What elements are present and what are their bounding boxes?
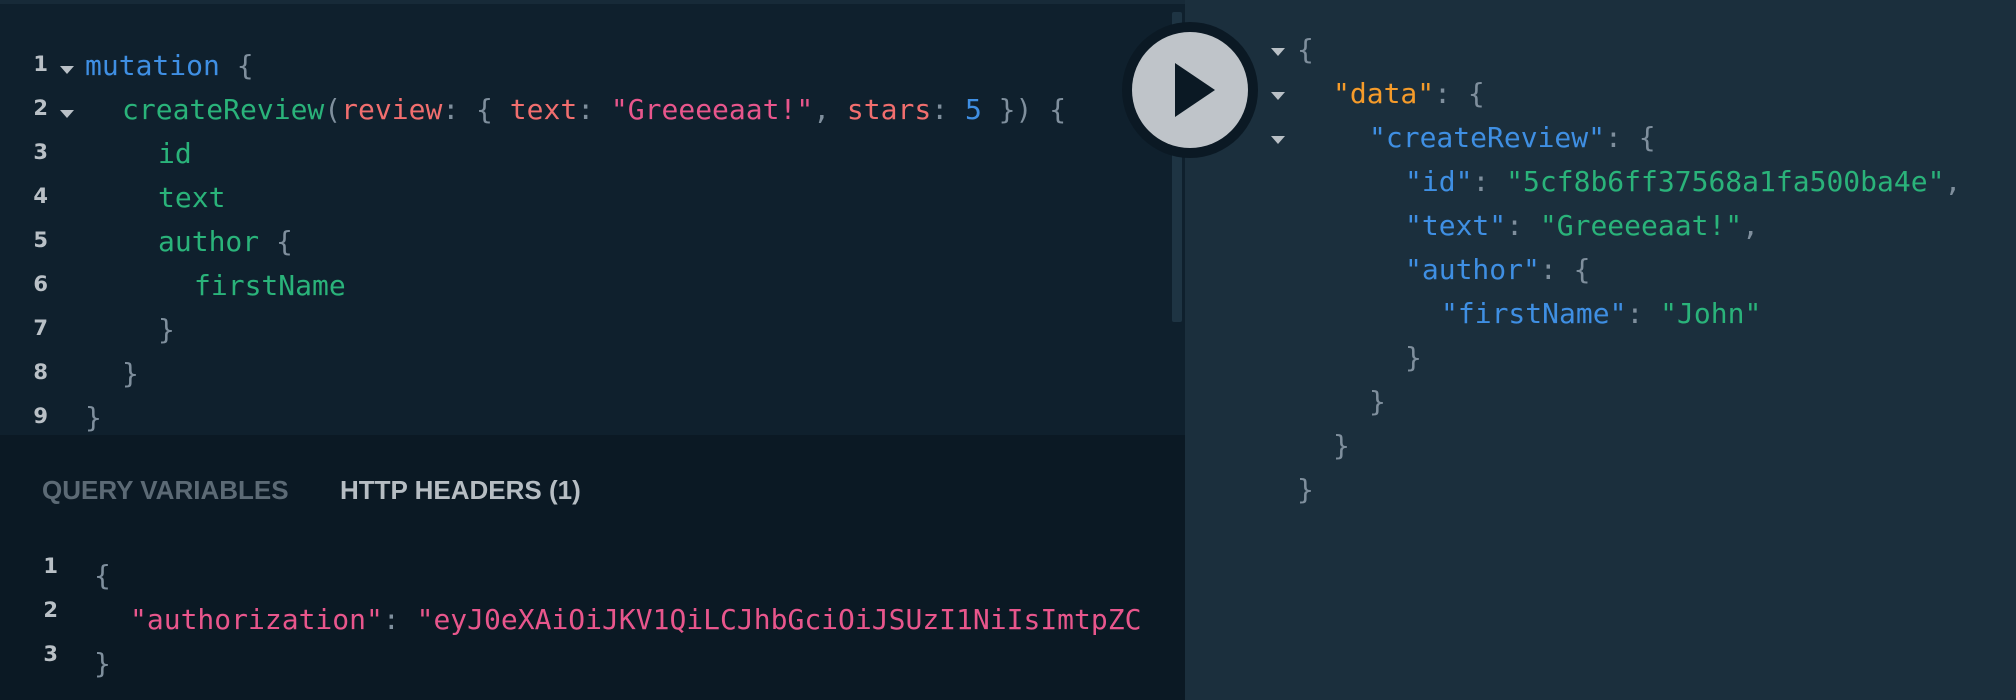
json-string: "Greeeeaat!" — [1539, 209, 1743, 242]
json-line: } — [1333, 429, 1350, 462]
query-editor[interactable]: 1 2 3 4 5 6 7 8 9 mutation { createRevie… — [0, 0, 1185, 439]
punctuation: : — [1434, 77, 1452, 110]
punctuation: : — [1472, 165, 1490, 198]
execute-query-button[interactable] — [1122, 22, 1258, 158]
punctuation: }) — [998, 93, 1033, 126]
json-line: "firstName": "John" — [1441, 294, 1761, 334]
code-line: createReview(review: { text: "Greeeeaat!… — [122, 90, 1066, 130]
code-line: firstName — [194, 269, 346, 302]
json-string: "5cf8b6ff37568a1fa500ba4e" — [1506, 165, 1945, 198]
fold-toggle-icon[interactable] — [60, 110, 74, 118]
json-string: "John" — [1660, 297, 1762, 330]
punctuation: , — [1742, 209, 1760, 242]
punctuation: { — [1638, 121, 1656, 154]
punctuation: , — [1944, 165, 1962, 198]
play-button-face[interactable] — [1132, 32, 1248, 148]
punctuation: : — [931, 93, 949, 126]
code-line: author { — [158, 222, 293, 262]
punctuation: { — [236, 49, 254, 82]
line-number: 3 — [43, 642, 58, 666]
code-line: } — [122, 357, 139, 390]
header-value: "eyJ0eXAiOiJKV1QiLCJhbGciOiJSUzI1NiIsImt… — [416, 603, 1142, 636]
code-line: } — [85, 401, 102, 434]
string-value: "Greeeeaat!" — [610, 93, 814, 126]
line-number: 7 — [33, 316, 48, 340]
number-value: 5 — [964, 93, 982, 126]
argument-name: text — [509, 93, 578, 126]
punctuation: { — [276, 225, 293, 258]
json-key: "id" — [1405, 165, 1473, 198]
punctuation: { — [1049, 93, 1067, 126]
json-key: "author" — [1405, 253, 1540, 286]
json-key: "data" — [1333, 77, 1435, 110]
punctuation: : — [382, 603, 400, 636]
json-line: "createReview": { — [1369, 118, 1656, 158]
json-line: } — [1405, 341, 1422, 374]
fold-toggle-icon[interactable] — [1271, 136, 1285, 144]
punctuation: : — [1506, 209, 1524, 242]
header-key: "authorization" — [130, 603, 383, 636]
tab-query-variables[interactable]: QUERY VARIABLES — [42, 474, 289, 506]
keyword: mutation — [85, 49, 220, 82]
field-name: author — [158, 225, 260, 258]
json-line: "author": { — [1405, 250, 1590, 290]
punctuation: : — [442, 93, 460, 126]
field-name: createReview — [122, 93, 325, 126]
line-number: 5 — [33, 228, 48, 252]
json-key: "text" — [1405, 209, 1507, 242]
json-line: } — [1369, 385, 1386, 418]
line-number: 8 — [33, 360, 48, 384]
line-number: 9 — [33, 404, 48, 428]
punctuation: : — [1605, 121, 1622, 154]
code-line: } — [158, 313, 175, 346]
line-number: 2 — [43, 598, 58, 622]
line-number: 1 — [43, 554, 58, 578]
fold-toggle-icon[interactable] — [1271, 48, 1285, 56]
json-key: "createReview" — [1369, 121, 1606, 154]
punctuation: : — [1539, 253, 1557, 286]
line-number: 3 — [33, 140, 48, 164]
code-line: { — [94, 559, 111, 592]
code-line: "authorization": "eyJ0eXAiOiJKV1QiLCJhbG… — [130, 600, 1182, 640]
json-line: } — [1297, 473, 1314, 506]
tab-http-headers[interactable]: HTTP HEADERS (1) — [340, 474, 581, 506]
punctuation: { — [1467, 77, 1485, 110]
punctuation: ( — [324, 93, 342, 126]
result-viewer: { "data": { "createReview": { "id": "5cf… — [1185, 0, 2016, 700]
code-line: text — [158, 181, 226, 214]
line-number: 4 — [33, 184, 48, 208]
line-number: 1 — [33, 52, 48, 76]
punctuation: , — [813, 93, 831, 126]
punctuation: : — [577, 93, 595, 126]
json-line: "text": "Greeeeaat!", — [1405, 206, 1759, 246]
json-line: "id": "5cf8b6ff37568a1fa500ba4e", — [1405, 162, 1961, 202]
line-number: 2 — [33, 96, 48, 120]
json-line: { — [1297, 33, 1314, 66]
punctuation: { — [1573, 253, 1591, 286]
fold-toggle-icon[interactable] — [60, 66, 74, 74]
argument-name: stars — [846, 93, 932, 126]
play-icon — [1175, 63, 1215, 117]
json-key: "firstName" — [1441, 297, 1627, 330]
code-line: id — [158, 137, 192, 170]
code-line: mutation { — [85, 46, 254, 86]
punctuation: : — [1626, 297, 1644, 330]
argument-name: review — [341, 93, 443, 126]
code-line: } — [94, 647, 111, 680]
json-line: "data": { — [1333, 74, 1485, 114]
punctuation: { — [476, 93, 493, 126]
line-number: 6 — [33, 272, 48, 296]
fold-toggle-icon[interactable] — [1271, 92, 1285, 100]
